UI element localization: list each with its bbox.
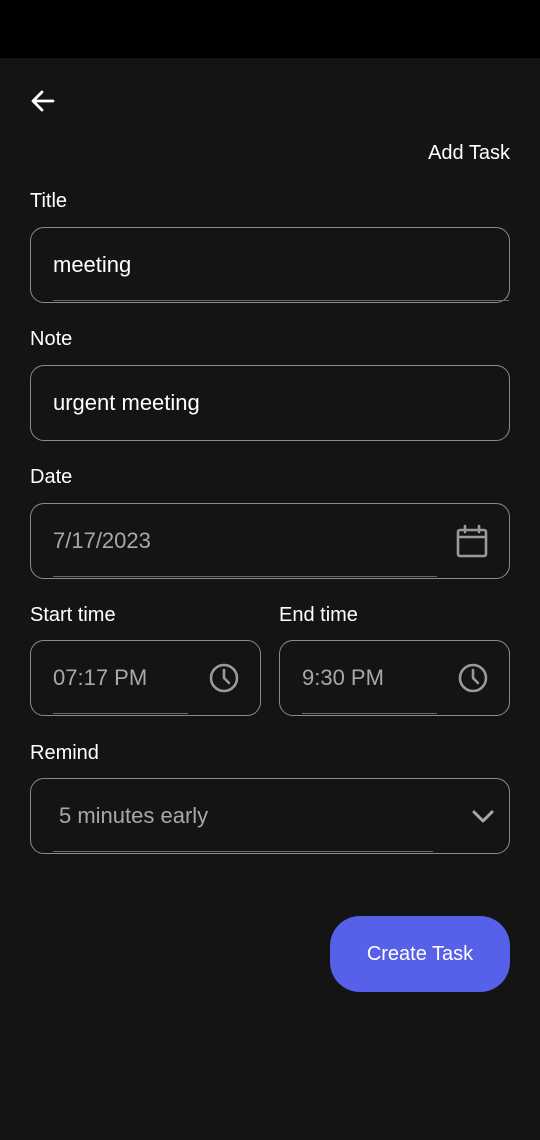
remind-dropdown[interactable]: 5 minutes early [30, 778, 510, 854]
clock-icon[interactable] [208, 662, 240, 694]
start-time-field[interactable]: 07:17 PM [30, 640, 261, 716]
clock-icon[interactable] [457, 662, 489, 694]
date-underline [53, 575, 437, 577]
end-time-value: 9:30 PM [302, 665, 384, 690]
note-input-value: urgent meeting [53, 390, 200, 415]
calendar-icon[interactable] [455, 524, 489, 558]
remind-underline [53, 850, 433, 852]
start-time-label: Start time [30, 604, 116, 626]
title-underline [53, 299, 509, 301]
title-label: Title [30, 190, 68, 212]
date-field[interactable]: 7/17/2023 [30, 503, 510, 579]
remind-label: Remind [30, 742, 99, 764]
create-task-button[interactable]: Create Task [330, 916, 510, 992]
end-time-field[interactable]: 9:30 PM [279, 640, 510, 716]
arrow-left-icon [31, 90, 55, 112]
start-time-value: 07:17 PM [53, 665, 148, 690]
note-label: Note [30, 328, 73, 350]
note-field[interactable]: urgent meeting [30, 365, 510, 441]
chevron-down-icon[interactable] [469, 802, 497, 830]
date-label: Date [30, 466, 73, 488]
page-title: Add Task [428, 142, 510, 164]
back-button[interactable] [24, 83, 60, 119]
remind-selected-value: 5 minutes early [59, 803, 209, 828]
title-input-value: meeting [53, 252, 132, 277]
title-field[interactable]: meeting [30, 227, 510, 303]
end-time-underline [302, 712, 437, 714]
start-time-underline [53, 712, 188, 714]
date-input-value: 7/17/2023 [53, 528, 151, 553]
status-bar [0, 0, 540, 58]
end-time-label: End time [279, 604, 358, 626]
